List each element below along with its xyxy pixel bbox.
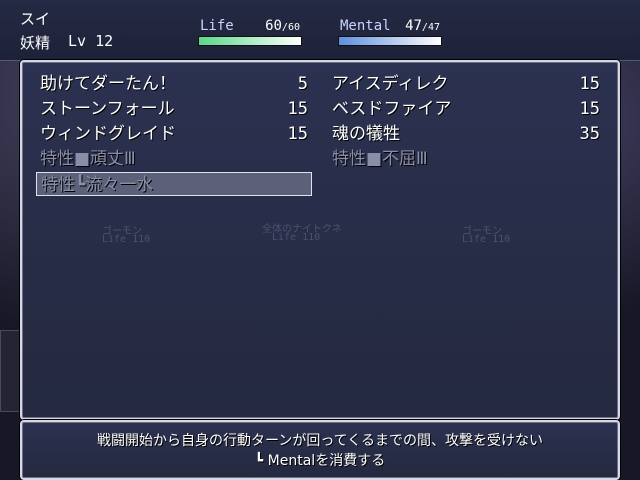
actor-level: Lv 12	[68, 32, 114, 50]
life-gauge	[198, 36, 302, 46]
skill-name: 特性■不屈Ⅲ	[332, 149, 428, 169]
skill-name: ウィンドグレイド	[40, 124, 176, 144]
skill-name: ベスドファイア	[332, 99, 452, 119]
skill-name: 助けてダーたん！	[40, 74, 176, 94]
skill-list-window: 全体のナイトクネ Life 110 ゴーモン Life 110 ゴーモン Lif…	[20, 60, 620, 420]
skill-cost: 15	[579, 99, 600, 119]
actor-name: スイ	[20, 10, 51, 28]
skill-cost: 15	[579, 74, 600, 94]
help-line-1: 戦闘開始から自身の行動ターンが回ってくるまでの間、攻撃を受けない	[97, 433, 543, 449]
skill-name: ストーンフォール	[40, 99, 175, 119]
help-line-2: ┗ Mentalを消費する	[254, 453, 386, 469]
actor-class: 妖精	[20, 34, 51, 52]
mental-gauge	[338, 36, 442, 46]
actor-status-panel: スイ 妖精 Lv 12 Life 60/60 Mental 47/47	[0, 0, 640, 61]
skill-item[interactable]: ウィンドグレイド 15	[36, 122, 312, 146]
skill-item[interactable]: アイスディレク 15	[328, 72, 604, 96]
help-window: 戦闘開始から自身の行動ターンが回ってくるまでの間、攻撃を受けない ┗ Menta…	[20, 420, 620, 480]
mental-max: 47	[427, 22, 440, 33]
skill-name: 特性■頑丈Ⅲ	[40, 149, 136, 169]
mental-gauge-fill	[339, 37, 441, 45]
life-current: 60	[265, 18, 282, 34]
mental-value: 47/47	[405, 18, 440, 34]
bg-enemy-center-life: Life 110	[272, 232, 321, 243]
life-value: 60/60	[265, 18, 300, 34]
life-max: 60	[287, 22, 300, 33]
skill-item[interactable]: ベスドファイア 15	[328, 97, 604, 121]
skill-item[interactable]: 助けてダーたん！ 5	[36, 72, 312, 96]
skill-name: 魂の犠牲	[332, 124, 400, 144]
mental-label: Mental	[340, 18, 391, 34]
life-label: Life	[200, 18, 234, 34]
skill-item[interactable]: 特性■不屈Ⅲ	[328, 147, 604, 171]
mental-current: 47	[405, 18, 422, 34]
life-gauge-fill	[199, 37, 301, 45]
skill-cost: 5	[297, 74, 308, 94]
skill-item[interactable]: 魂の犠牲 35	[328, 122, 604, 146]
bg-enemy-left-life: Life 110	[102, 234, 151, 245]
skill-item[interactable]: 特性┗流々一水	[36, 172, 312, 196]
bg-enemy-right-life: Life 110	[462, 234, 511, 245]
skill-cost: 15	[287, 124, 308, 144]
skill-item[interactable]: 特性■頑丈Ⅲ	[36, 147, 312, 171]
skill-name: 特性┗流々一水	[41, 175, 154, 195]
skill-cost: 15	[287, 99, 308, 119]
skill-cost: 35	[579, 124, 600, 144]
skill-item[interactable]: ストーンフォール 15	[36, 97, 312, 121]
skill-name: アイスディレク	[332, 74, 449, 94]
